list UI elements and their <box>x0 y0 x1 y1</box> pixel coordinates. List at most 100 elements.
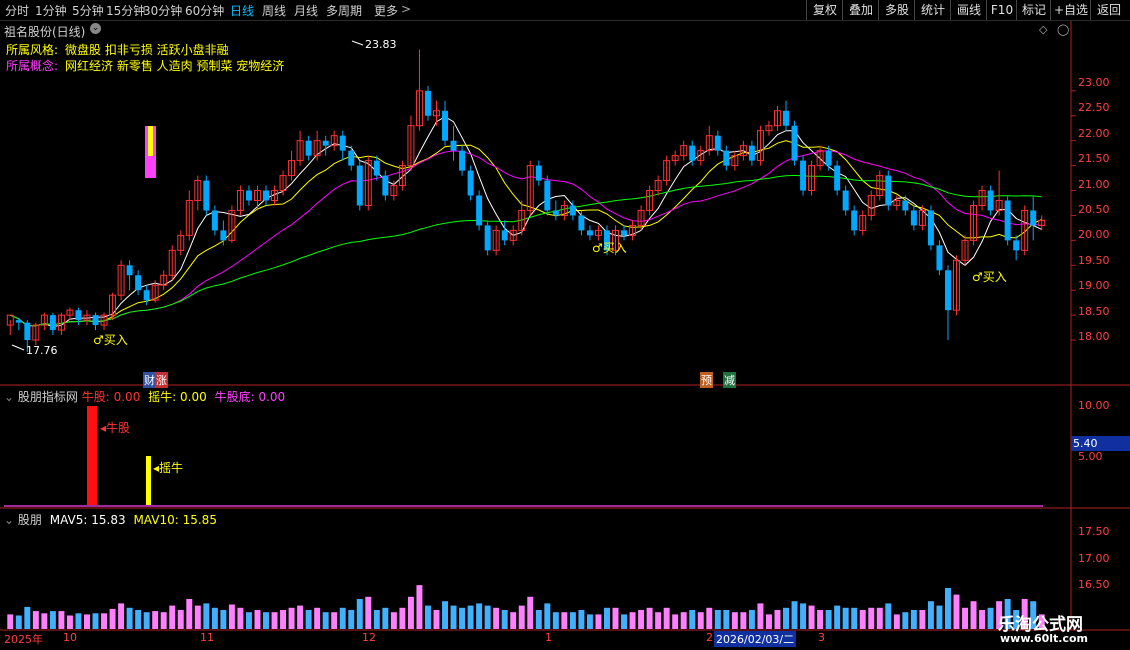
volume-bar <box>953 594 960 629</box>
candle-body-down <box>944 270 951 311</box>
candle-body-down <box>484 225 491 251</box>
candle-body-down <box>578 215 585 231</box>
price-tick: 19.50 <box>1078 254 1110 267</box>
candle-body-down <box>748 145 755 161</box>
volume-bar <box>339 607 346 629</box>
price-tick: 21.50 <box>1078 152 1110 165</box>
candle-body-down <box>476 195 483 226</box>
volume-bar <box>689 610 696 629</box>
candle-body-down <box>75 310 82 321</box>
price-tick: 20.00 <box>1078 228 1110 241</box>
niu-bar <box>87 406 97 505</box>
candle-body-down <box>135 275 142 291</box>
candle-body-down <box>586 230 593 236</box>
volume-bar <box>518 605 525 629</box>
candle-body-down <box>49 315 56 331</box>
candle-body-down <box>263 190 269 201</box>
volume-bar <box>629 612 636 629</box>
volume-bar <box>484 605 491 629</box>
volume-bar <box>621 614 628 629</box>
volume-bar <box>808 605 815 629</box>
volume-bar <box>373 610 380 629</box>
volume-bar <box>169 605 176 629</box>
volume-bar <box>646 607 653 629</box>
candle-body-down <box>373 160 380 176</box>
volume-bar <box>288 607 295 629</box>
volume-bar <box>723 610 730 629</box>
candle-body-down <box>902 200 909 211</box>
volume-bar <box>84 614 90 629</box>
candle-body-down <box>535 165 542 181</box>
volume-bar <box>663 607 670 629</box>
volume-bar <box>791 601 798 629</box>
volume-bar <box>936 605 943 629</box>
event-marker-yu[interactable]: 预 <box>700 372 713 388</box>
candle-body-down <box>220 230 227 241</box>
low-label: 17.76 <box>26 344 58 357</box>
volume-bar <box>459 607 466 629</box>
volume-bar <box>245 612 252 629</box>
volume-bar <box>186 599 193 629</box>
price-tick: 18.50 <box>1078 305 1110 318</box>
volume-bar <box>365 596 372 629</box>
buy-signal: ♂买入 <box>972 270 1007 284</box>
volume-bar <box>228 604 235 629</box>
volume-bar <box>774 610 781 629</box>
volume-bar <box>450 605 457 629</box>
price-tick: 22.00 <box>1078 127 1110 140</box>
watermark-url: www.60lt.com <box>1000 632 1089 645</box>
volume-bar <box>800 603 807 629</box>
volume-bar <box>203 603 210 629</box>
candle-body-down <box>842 190 849 211</box>
current-value-badge: 5.40 <box>1071 436 1130 451</box>
buy-signal: ♂买入 <box>93 333 128 347</box>
volume-bar <box>927 601 934 629</box>
volume-tick: 17.00 <box>1078 552 1110 565</box>
candle-body-down <box>211 210 218 231</box>
volume-bar <box>194 605 201 629</box>
price-tick: 22.50 <box>1078 101 1110 114</box>
indicator-tick: 10.00 <box>1078 399 1110 412</box>
candle-body-down <box>143 290 150 301</box>
volume-bar <box>561 612 568 629</box>
volume-bar <box>143 612 150 629</box>
volume-bar <box>220 610 227 629</box>
candle-body-down <box>910 210 917 226</box>
date-label: 3 <box>818 631 825 644</box>
volume-bar <box>211 607 218 629</box>
volume-bar <box>604 607 610 629</box>
volume-bar <box>49 611 56 629</box>
volume-bar <box>24 606 31 629</box>
candle-body-down <box>885 175 892 206</box>
volume-bar <box>297 605 304 629</box>
kline-chart[interactable] <box>0 0 1130 650</box>
volume-bar <box>75 613 82 629</box>
candle-body-down <box>714 135 721 151</box>
volume-bar <box>638 610 645 629</box>
event-marker-zhang[interactable]: 涨 <box>155 372 168 388</box>
volume-bar <box>612 607 619 629</box>
date-label: 10 <box>63 631 77 644</box>
date-label: 11 <box>200 631 214 644</box>
price-tick: 19.00 <box>1078 279 1110 292</box>
volume-bar <box>825 610 832 629</box>
volume-bar <box>868 607 875 629</box>
candle-body-down <box>851 210 858 231</box>
candle-body-down <box>544 180 551 211</box>
volume-bar <box>126 607 133 629</box>
candle-body-down <box>348 150 355 166</box>
volume-bar <box>944 588 951 629</box>
volume-bar <box>697 612 704 629</box>
candle-body-down <box>442 110 448 141</box>
volume-bar <box>152 611 159 629</box>
volume-bar <box>135 610 142 629</box>
candle-body-down <box>1004 200 1011 241</box>
candle-body-down <box>689 145 696 161</box>
volume-bar <box>910 610 917 629</box>
volume-bar <box>962 607 968 629</box>
event-marker-jian[interactable]: 减 <box>723 372 736 388</box>
volume-bar <box>748 610 755 629</box>
volume-bar <box>416 585 423 629</box>
volume-bar <box>876 607 883 629</box>
volume-bar <box>544 603 551 629</box>
